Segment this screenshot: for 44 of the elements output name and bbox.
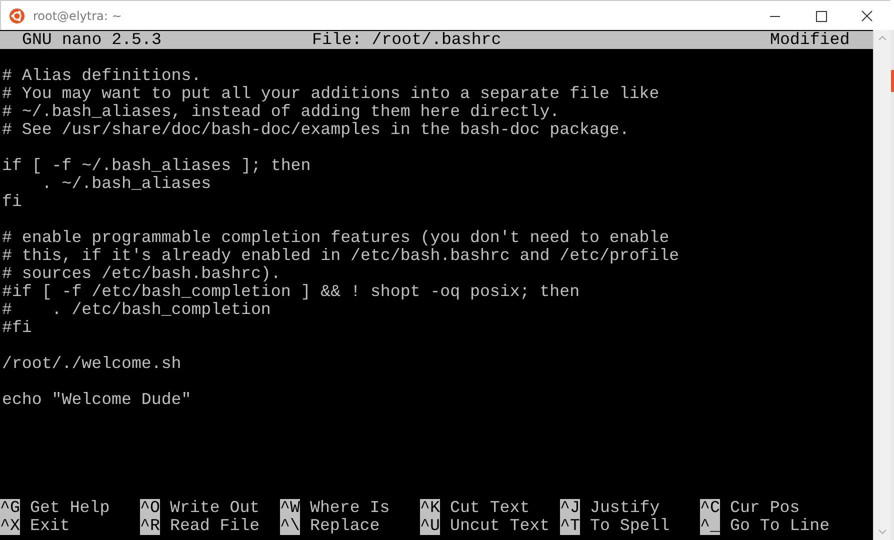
shortcut-label: Read File <box>170 517 260 535</box>
shortcut-label: Get Help <box>30 499 110 517</box>
shortcut-label: Where Is <box>310 499 390 517</box>
shortcut-label: Uncut Text <box>450 517 550 535</box>
shortcut-label: Cur Pos <box>730 499 800 517</box>
code-line: #fi <box>2 319 33 337</box>
shortcut-key: ^W <box>280 499 300 517</box>
shortcut-key: ^R <box>140 517 160 535</box>
shortcut-key: ^G <box>0 499 20 517</box>
code-line: # You may want to put all your additions into a separate file like <box>2 85 660 103</box>
code-line: # Alias definitions. <box>2 67 202 85</box>
shortcut-key: ^T <box>560 517 580 535</box>
window-title: root@elytra: ~ <box>33 8 122 22</box>
code-line: /root/./welcome.sh <box>2 355 182 373</box>
code-line: # enable programmable completion features (you don't need to enable <box>2 229 670 247</box>
code-line: # sources /etc/bash.bashrc). <box>2 265 282 283</box>
code-line: # . /etc/bash_completion <box>2 301 272 319</box>
shortcut-label: Write Out <box>170 499 260 517</box>
code-line: # See /usr/share/doc/bash-doc/examples in the bash-doc package. <box>2 121 630 139</box>
shortcut-label: Exit <box>30 517 70 535</box>
file-name: File: /root/.bashrc <box>312 31 502 49</box>
circle-logo-icon <box>9 8 25 24</box>
shortcut-label: Go To Line <box>730 517 830 535</box>
code-line: fi <box>2 193 23 211</box>
code-line: if [ -f ~/.bash_aliases ]; then <box>2 157 312 175</box>
shortcut-key: ^U <box>420 517 440 535</box>
shortcut-label: Cut Text <box>450 499 530 517</box>
shortcut-key: ^_ <box>700 517 720 535</box>
code-line: echo "Welcome Dude" <box>2 391 192 409</box>
shortcut-label: Replace <box>310 517 380 535</box>
shortcut-key: ^O <box>140 499 160 517</box>
shortcut-label: Justify <box>590 499 660 517</box>
code-line: # this, if it's already enabled in /etc/bash.bashrc and /etc/profile <box>2 247 680 265</box>
nano-version: GNU nano 2.5.3 <box>22 31 162 49</box>
shortcut-key: ^\ <box>280 517 300 535</box>
shortcut-key: ^X <box>0 517 20 535</box>
code-line: #if [ -f /etc/bash_completion ] && ! shopt -oq posix; then <box>2 283 581 301</box>
shortcut-key: ^K <box>420 499 440 517</box>
code-line: # ~/.bash_aliases, instead of adding them here directly. <box>2 103 561 121</box>
code-line: . ~/.bash_aliases <box>40 175 212 193</box>
shortcut-key: ^J <box>560 499 580 517</box>
shortcut-key: ^C <box>700 499 720 517</box>
shortcut-label: To Spell <box>590 517 670 535</box>
modified-status: Modified <box>770 31 850 49</box>
